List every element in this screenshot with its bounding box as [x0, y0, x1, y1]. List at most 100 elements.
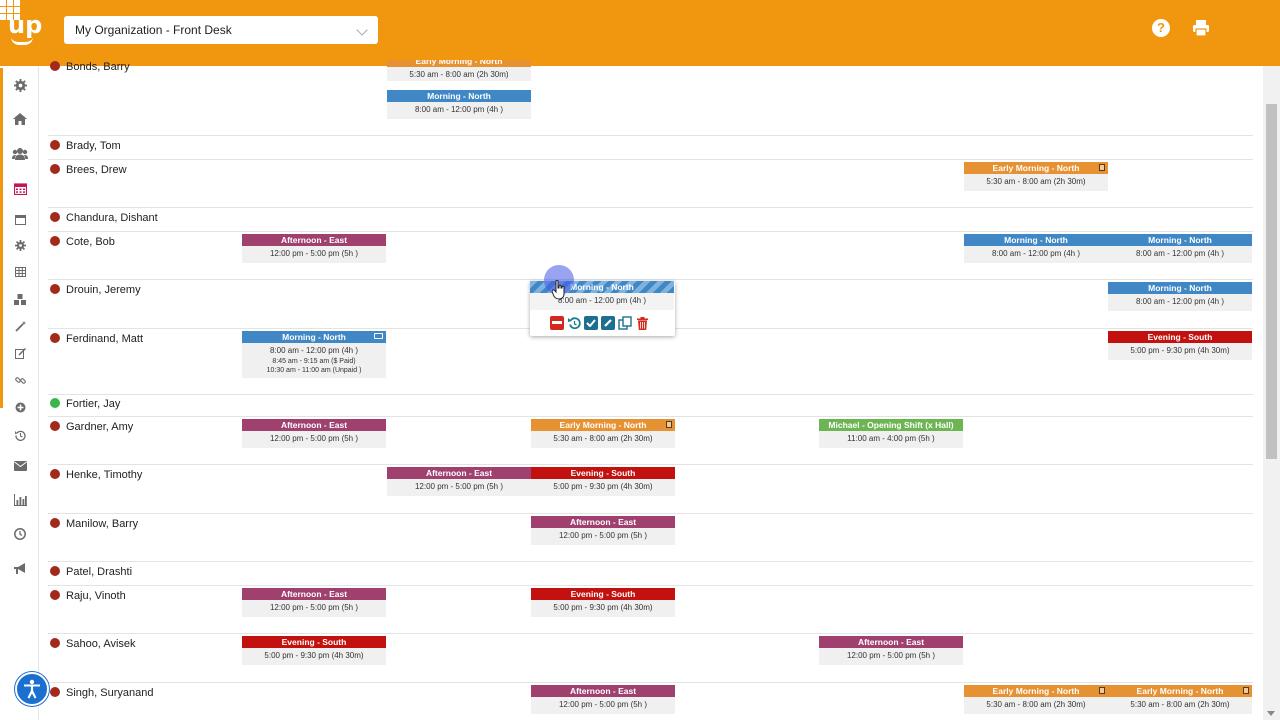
employee-name[interactable]: Brees, Drew [66, 164, 127, 176]
shift-card[interactable]: Early Morning - North 5:30 am - 8:00 am … [964, 685, 1108, 714]
vertical-scrollbar[interactable] [1263, 66, 1280, 720]
shift-time: 5:00 pm - 9:30 pm (4h 30m) [264, 651, 364, 660]
clock-icon[interactable] [12, 527, 28, 541]
employee-name[interactable]: Manilow, Barry [66, 518, 138, 530]
help-icon[interactable]: ? [1152, 19, 1170, 37]
shift-card[interactable]: Afternoon - East 12:00 pm - 5:00 pm (5h … [242, 234, 386, 263]
status-dot [50, 140, 60, 150]
shift-card[interactable]: Morning - North 8:00 am - 12:00 pm (4h ) [1108, 234, 1252, 263]
employee-row: Chandura, Dishant [48, 208, 1253, 232]
users-icon[interactable] [12, 147, 28, 161]
shift-label: Morning - North [387, 90, 531, 102]
shift-card[interactable]: Early Morning - North 5:30 am - 8:00 am … [387, 60, 531, 81]
table-icon[interactable] [12, 265, 28, 279]
employee-row: Raju, Vinoth Afternoon - East 12:00 pm -… [48, 586, 1253, 634]
envelope-icon[interactable] [12, 459, 28, 473]
employee-row: Patel, Drashti [48, 562, 1253, 586]
plus-circle-icon[interactable] [12, 400, 28, 414]
shift-card[interactable]: Evening - South 5:00 pm - 9:30 pm (4h 30… [1108, 331, 1252, 360]
shift-card[interactable]: Afternoon - East 12:00 pm - 5:00 pm (5h … [242, 419, 386, 448]
employee-name[interactable]: Chandura, Dishant [66, 212, 158, 224]
shift-time: 5:00 pm - 9:30 pm (4h 30m) [553, 603, 653, 612]
calendar-icon[interactable] [12, 181, 28, 195]
unassign-icon[interactable] [550, 316, 564, 330]
shift-card[interactable]: Afternoon - East 12:00 pm - 5:00 pm (5h … [531, 685, 675, 714]
employee-name[interactable]: Ferdinand, Matt [66, 333, 143, 345]
print-icon[interactable] [1192, 19, 1212, 39]
shift-card[interactable]: Early Morning - North 5:30 am - 8:00 am … [1108, 685, 1252, 714]
employee-row: Bonds, Barry Early Morning - North 5:30 … [48, 56, 1253, 136]
employee-name[interactable]: Patel, Drashti [66, 566, 132, 578]
shift-card[interactable]: Evening - South 5:00 pm - 9:30 pm (4h 30… [531, 588, 675, 617]
status-dot [50, 687, 60, 697]
shift-card[interactable]: Evening - South 5:00 pm - 9:30 pm (4h 30… [242, 636, 386, 665]
history-icon[interactable] [12, 428, 28, 442]
shift-time: 8:00 am - 12:00 pm (4h ) [269, 346, 359, 355]
shift-time: 5:30 am - 8:00 am (2h 30m) [1130, 700, 1230, 709]
employee-name[interactable]: Raju, Vinoth [66, 590, 126, 602]
status-dot [50, 421, 60, 431]
employee-name[interactable]: Bonds, Barry [66, 61, 130, 73]
cubes-icon[interactable] [12, 292, 28, 306]
scroll-down-arrow-icon[interactable] [1267, 711, 1275, 716]
status-dot [50, 212, 60, 222]
gear-small-icon[interactable] [12, 238, 28, 252]
shift-card[interactable]: Early Morning - North 5:30 am - 8:00 am … [964, 162, 1108, 191]
shift-card[interactable]: Afternoon - East 12:00 pm - 5:00 pm (5h … [819, 636, 963, 665]
shift-label: Afternoon - East [242, 588, 386, 600]
shift-card[interactable]: Early Morning - North 5:30 am - 8:00 am … [531, 419, 675, 448]
employee-name[interactable]: Singh, Suryanand [66, 687, 153, 699]
note-icon [1099, 164, 1105, 171]
organization-select[interactable]: My Organization - Front Desk [64, 16, 378, 44]
link-icon[interactable] [12, 373, 28, 387]
shift-card[interactable]: Evening - South 5:00 pm - 9:30 pm (4h 30… [531, 467, 675, 496]
check-icon[interactable] [584, 316, 598, 330]
copy-icon[interactable] [618, 316, 632, 330]
shift-card[interactable]: Morning - North 8:00 am - 12:00 pm (4h ) [1108, 282, 1252, 311]
shift-card[interactable]: Afternoon - East 12:00 pm - 5:00 pm (5h … [242, 588, 386, 617]
calendar-small-icon[interactable] [12, 212, 28, 226]
employee-name[interactable]: Cote, Bob [66, 236, 115, 248]
shift-label: Morning - North [242, 331, 386, 343]
edit-icon[interactable] [601, 316, 615, 330]
logo[interactable]: up [8, 13, 42, 45]
shift-card[interactable]: Afternoon - East 12:00 pm - 5:00 pm (5h … [531, 516, 675, 545]
employee-name[interactable]: Gardner, Amy [66, 421, 133, 433]
scrollbar-thumb[interactable] [1266, 104, 1277, 459]
trash-icon[interactable] [635, 316, 649, 330]
accessibility-icon[interactable] [15, 672, 49, 706]
employee-name[interactable]: Henke, Timothy [66, 469, 142, 481]
shift-time: 12:00 pm - 5:00 pm (5h ) [269, 249, 359, 258]
shift-time: 12:00 pm - 5:00 pm (5h ) [558, 700, 648, 709]
shift-card[interactable]: Morning - North 8:00 am - 12:00 pm (4h ) [387, 90, 531, 119]
shift-time: 12:00 pm - 5:00 pm (5h ) [558, 531, 648, 540]
employee-row: Brees, Drew Early Morning - North 5:30 a… [48, 160, 1253, 208]
shift-card[interactable]: Morning - North 8:00 am - 12:00 pm (4h ) [964, 234, 1108, 263]
shift-card[interactable]: Afternoon - East 12:00 pm - 5:00 pm (5h … [387, 467, 531, 496]
employee-name[interactable]: Brady, Tom [66, 140, 121, 152]
magic-wand-icon[interactable] [12, 319, 28, 333]
gear-icon[interactable] [12, 78, 28, 92]
logo-text: up [8, 11, 43, 39]
shift-label: Evening - South [531, 588, 675, 600]
undo-icon[interactable] [567, 316, 581, 330]
employee-name[interactable]: Drouin, Jeremy [66, 284, 141, 296]
edit-icon[interactable] [12, 346, 28, 360]
shift-label: Early Morning - North [964, 162, 1108, 174]
shift-label: Early Morning - North [1108, 685, 1252, 697]
status-dot [50, 518, 60, 528]
shift-card[interactable]: Morning - North 8:00 am - 12:00 pm (4h )… [242, 331, 386, 378]
shift-label: Morning - North [1108, 234, 1252, 246]
employee-name[interactable]: Sahoo, Avisek [66, 638, 136, 650]
shift-card[interactable]: Michael - Opening Shift (x Hall) 11:00 a… [819, 419, 963, 448]
shift-label: Evening - South [242, 636, 386, 648]
employee-name[interactable]: Fortier, Jay [66, 398, 120, 410]
shift-time: 5:00 pm - 9:30 pm (4h 30m) [1130, 346, 1230, 355]
megaphone-icon[interactable] [12, 562, 28, 576]
home-icon[interactable] [12, 112, 28, 126]
status-dot [50, 566, 60, 576]
shift-time: 5:30 am - 8:00 am (2h 30m) [986, 177, 1086, 186]
shift-label: Michael - Opening Shift (x Hall) [819, 419, 963, 431]
chevron-down-icon [356, 24, 368, 36]
bar-chart-icon[interactable] [12, 493, 28, 507]
